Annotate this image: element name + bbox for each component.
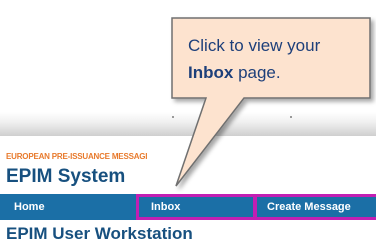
callout-emphasis: Inbox [188,63,234,82]
callout-text: Click to view your Inbox page. [188,32,358,86]
callout-line-1: Click to view your [188,36,321,55]
callout-line-2: Inbox page. [188,59,358,86]
callout-line-2-rest: page. [233,63,281,82]
